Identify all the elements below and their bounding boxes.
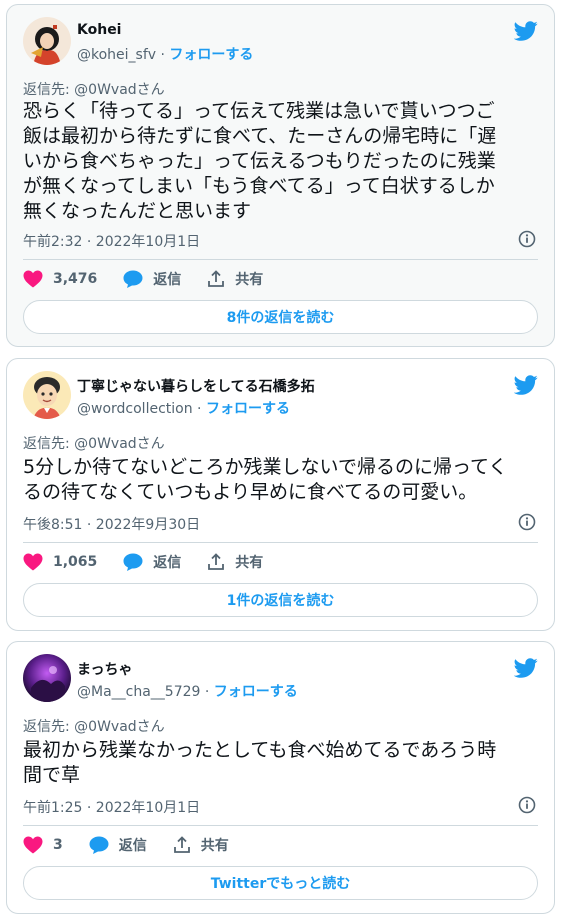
share-button[interactable]: 共有 bbox=[207, 269, 263, 289]
separator: · bbox=[204, 684, 210, 700]
like-count: 3,476 bbox=[53, 271, 98, 287]
timestamp[interactable]: 午前2:32 · 2022年10月1日 bbox=[23, 231, 200, 251]
action-bar: 3,476 返信 共有 bbox=[23, 266, 289, 292]
avatar[interactable] bbox=[23, 17, 71, 65]
reply-to-user[interactable]: @0Wvadさん bbox=[74, 436, 165, 452]
separator: · bbox=[197, 401, 202, 417]
follow-button[interactable]: フォローする bbox=[206, 401, 290, 417]
timestamp[interactable]: 午前1:25 · 2022年10月1日 bbox=[23, 797, 200, 817]
reply-to: 返信先: @0Wvadさん bbox=[23, 79, 165, 99]
reply-to-label: 返信先: bbox=[23, 719, 75, 735]
like-count: 3 bbox=[53, 837, 63, 853]
share-button[interactable]: 共有 bbox=[173, 835, 229, 855]
like-button[interactable]: 3 bbox=[23, 836, 63, 854]
tweet-card: 丁寧じゃない暮らしをしてる石橋多拓 @wordcollection · フォロー… bbox=[6, 358, 555, 631]
twitter-bird-icon[interactable] bbox=[514, 656, 538, 680]
reply-button[interactable]: 返信 bbox=[123, 552, 181, 572]
twitter-bird-icon[interactable] bbox=[514, 19, 538, 43]
heart-icon bbox=[23, 553, 43, 571]
share-icon bbox=[208, 553, 225, 570]
reply-button[interactable]: 返信 bbox=[89, 835, 147, 855]
timestamp[interactable]: 午後8:51 · 2022年9月30日 bbox=[23, 514, 200, 534]
handle-line: @Ma__cha__5729 · フォローする bbox=[77, 681, 298, 701]
reply-to: 返信先: @0Wvadさん bbox=[23, 716, 165, 736]
read-replies-button[interactable]: 1件の返信を読む bbox=[23, 583, 538, 617]
tweet-text: 最初から残業なかったとしても食べ始めてるであろう時 間で草 bbox=[23, 739, 497, 786]
tweet-text: 5分しか待てないどころか残業しないで帰るのに帰ってく るの待てなくていつもより早… bbox=[23, 456, 508, 503]
share-label: 共有 bbox=[200, 838, 229, 854]
avatar[interactable] bbox=[23, 654, 71, 702]
user-handle[interactable]: @Ma__cha__5729 bbox=[77, 684, 200, 700]
divider bbox=[23, 825, 538, 826]
heart-icon bbox=[23, 270, 43, 288]
action-bar: 1,065 返信 共有 bbox=[23, 549, 289, 575]
follow-button[interactable]: フォローする bbox=[214, 684, 298, 700]
like-button[interactable]: 3,476 bbox=[23, 270, 97, 288]
reply-to-label: 返信先: bbox=[23, 436, 75, 452]
info-icon[interactable] bbox=[518, 513, 536, 531]
speech-bubble-icon bbox=[123, 270, 143, 288]
read-more-button[interactable]: Twitterでもっと読む bbox=[23, 866, 538, 900]
speech-bubble-icon bbox=[89, 836, 109, 854]
reply-to-user[interactable]: @0Wvadさん bbox=[74, 82, 165, 98]
follow-button[interactable]: フォローする bbox=[169, 47, 253, 63]
action-bar: 3 返信 共有 bbox=[23, 832, 255, 858]
separator: · bbox=[160, 47, 165, 63]
handle-line: @kohei_sfv · フォローする bbox=[77, 44, 253, 64]
reply-label: 返信 bbox=[118, 838, 147, 854]
display-name[interactable]: Kohei bbox=[77, 22, 121, 38]
tweet-text: 恐らく「待ってる」って伝えて残業は急いで貰いつつご 飯は最初から待たずに食べて、… bbox=[23, 100, 497, 222]
divider bbox=[23, 542, 538, 543]
divider bbox=[23, 259, 538, 260]
user-handle[interactable]: @wordcollection bbox=[77, 401, 193, 417]
like-button[interactable]: 1,065 bbox=[23, 553, 97, 571]
info-icon[interactable] bbox=[518, 230, 536, 248]
tweet-card: まっちゃ @Ma__cha__5729 · フォローする 返信先: @0Wvad… bbox=[6, 641, 555, 914]
share-button[interactable]: 共有 bbox=[207, 552, 263, 572]
share-icon bbox=[208, 270, 225, 287]
share-icon bbox=[173, 836, 190, 853]
speech-bubble-icon bbox=[123, 553, 143, 571]
reply-label: 返信 bbox=[153, 555, 182, 571]
handle-line: @wordcollection · フォローする bbox=[77, 398, 290, 418]
reply-to-user[interactable]: @0Wvadさん bbox=[74, 719, 165, 735]
like-count: 1,065 bbox=[53, 554, 98, 570]
info-icon[interactable] bbox=[518, 796, 536, 814]
reply-label: 返信 bbox=[153, 272, 182, 288]
display-name[interactable]: まっちゃ bbox=[77, 659, 132, 679]
user-handle[interactable]: @kohei_sfv bbox=[77, 47, 156, 63]
share-label: 共有 bbox=[235, 555, 264, 571]
share-label: 共有 bbox=[235, 272, 264, 288]
reply-to: 返信先: @0Wvadさん bbox=[23, 433, 165, 453]
twitter-bird-icon[interactable] bbox=[514, 373, 538, 397]
reply-to-label: 返信先: bbox=[23, 82, 75, 98]
avatar[interactable] bbox=[23, 371, 71, 419]
read-replies-button[interactable]: 8件の返信を読む bbox=[23, 300, 538, 334]
reply-button[interactable]: 返信 bbox=[123, 269, 181, 289]
display-name[interactable]: 丁寧じゃない暮らしをしてる石橋多拓 bbox=[77, 376, 315, 396]
tweet-card: Kohei @kohei_sfv · フォローする 返信先: @0Wvadさん … bbox=[6, 4, 555, 347]
heart-icon bbox=[23, 836, 43, 854]
